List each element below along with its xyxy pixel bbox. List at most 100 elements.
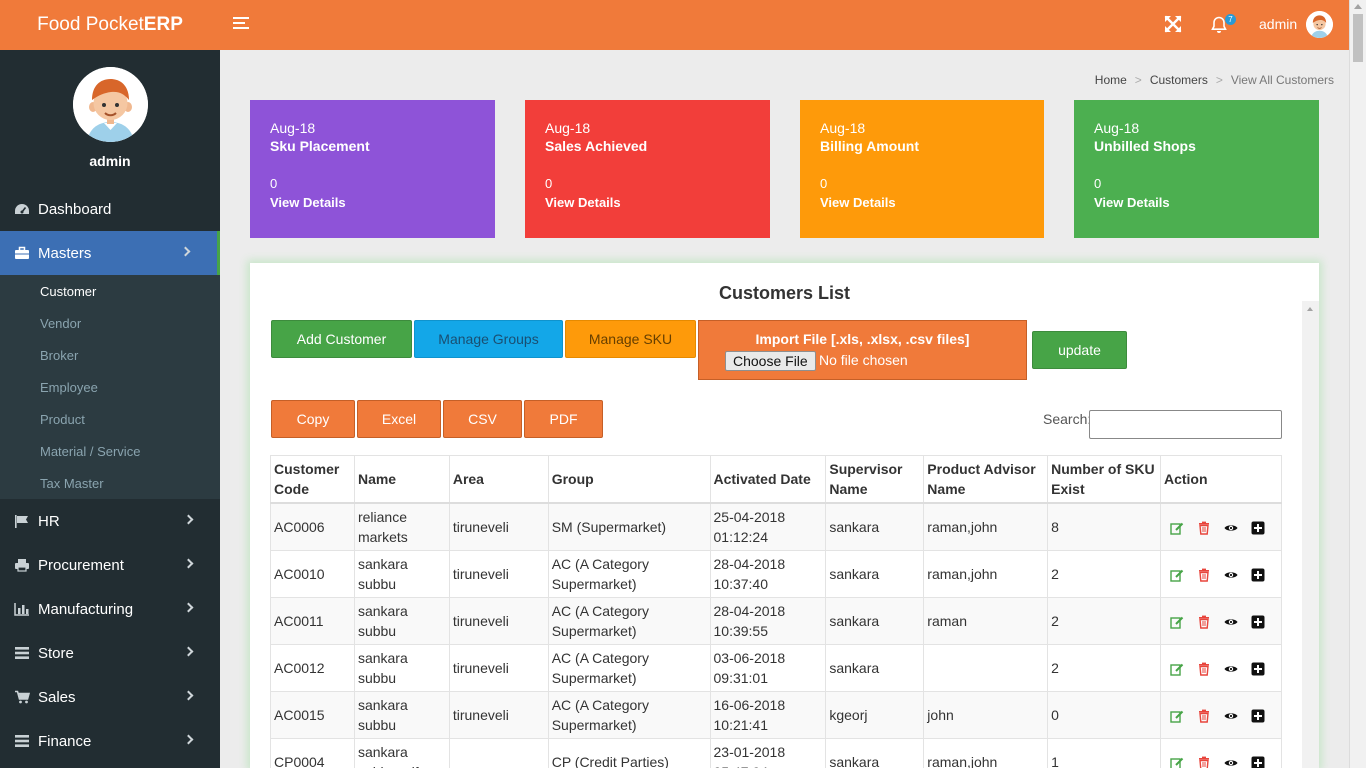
sidebar-item-label: Dashboard: [38, 200, 112, 218]
chevron-right-icon: [183, 690, 194, 701]
delete-icon[interactable]: [1197, 614, 1211, 629]
breadcrumb-separator: >: [1215, 73, 1223, 87]
view-icon[interactable]: [1224, 567, 1238, 581]
edit-icon[interactable]: [1170, 614, 1184, 629]
sidebar-item-masters[interactable]: Masters: [0, 231, 220, 275]
card-value: 0: [820, 176, 828, 191]
table-cell: AC0006: [270, 502, 355, 551]
edit-icon[interactable]: [1170, 708, 1184, 723]
table-cell: sankara: [825, 502, 925, 551]
table-row[interactable]: AC0011 sankara subbu tiruneveli AC (A Categ…: [270, 597, 1283, 645]
view-icon[interactable]: [1224, 708, 1238, 722]
column-header-name[interactable]: Name: [353, 455, 450, 504]
sidebar-item-procurement[interactable]: Procurement: [0, 543, 220, 587]
add-icon[interactable]: [1251, 520, 1265, 535]
submenu-item-employee[interactable]: Employee: [40, 380, 98, 395]
submenu-item-customer[interactable]: Customer: [40, 284, 96, 299]
column-header-area[interactable]: Area: [448, 455, 549, 504]
column-header-number-of-sku[interactable]: Number of SKU Exist: [1047, 455, 1161, 504]
manage-sku-button[interactable]: Manage SKU: [565, 320, 696, 358]
add-icon[interactable]: [1251, 614, 1265, 629]
search-input[interactable]: [1089, 410, 1282, 439]
table-row[interactable]: AC0006 reliance markets tiruneveli SM (Supe…: [270, 502, 1283, 551]
scroll-up-icon[interactable]: [1307, 307, 1313, 311]
copy-button[interactable]: Copy: [271, 400, 355, 438]
table-cell: sankara: [825, 644, 925, 692]
table-row[interactable]: AC0012 sankara subbu tiruneveli AC (A Categ…: [270, 644, 1283, 692]
breadcrumb-customers[interactable]: Customers: [1150, 73, 1208, 87]
notifications-button[interactable]: 7: [1211, 14, 1239, 36]
delete-icon[interactable]: [1197, 755, 1211, 768]
edit-icon[interactable]: [1170, 661, 1184, 676]
update-button[interactable]: update: [1032, 331, 1127, 369]
add-customer-button[interactable]: Add Customer: [271, 320, 412, 358]
table-cell: [923, 644, 1049, 692]
delete-icon[interactable]: [1197, 520, 1211, 535]
delete-icon[interactable]: [1197, 567, 1211, 582]
table-cell: 16-06-2018 10:21:41: [709, 691, 827, 739]
edit-icon[interactable]: [1170, 567, 1184, 582]
table-row[interactable]: CP0004sankara subbu sdf CP (Credit Partie…: [270, 738, 1283, 768]
pdf-button[interactable]: PDF: [524, 400, 603, 438]
edit-icon[interactable]: [1170, 755, 1184, 768]
add-icon[interactable]: [1251, 755, 1265, 768]
page-scrollbar[interactable]: [1349, 0, 1366, 768]
header-username[interactable]: admin: [1259, 16, 1297, 32]
table-row[interactable]: AC0010 sankara subbu tiruneveli AC (A Categ…: [270, 550, 1283, 598]
view-icon[interactable]: [1224, 661, 1238, 675]
view-details-link[interactable]: View Details: [1094, 195, 1299, 210]
column-header-customer-code[interactable]: Customer Code: [270, 455, 355, 504]
fullscreen-icon[interactable]: [1164, 15, 1182, 33]
sidebar-item-dashboard[interactable]: Dashboard: [0, 187, 220, 231]
header-avatar[interactable]: [1306, 11, 1333, 38]
column-header-group[interactable]: Group: [547, 455, 711, 504]
column-header-supervisor-name[interactable]: Supervisor Name: [825, 455, 925, 504]
sidebar-item-hr[interactable]: HR: [0, 499, 220, 543]
action-cell: [1159, 502, 1283, 551]
submenu-item-broker[interactable]: Broker: [40, 348, 78, 363]
notification-count-badge: 7: [1225, 14, 1236, 25]
csv-button[interactable]: CSV: [443, 400, 522, 438]
column-header-product-advisor-name[interactable]: Product Advisor Name: [923, 455, 1049, 504]
view-icon[interactable]: [1224, 520, 1238, 534]
edit-icon[interactable]: [1170, 520, 1184, 535]
breadcrumb: Home > Customers > View All Customers: [1095, 73, 1334, 87]
sidebar-item-store[interactable]: Store: [0, 631, 220, 675]
brand-logo[interactable]: Food Pocket ERP: [0, 0, 220, 50]
menu-toggle-icon[interactable]: [233, 17, 249, 31]
print-icon: [15, 559, 29, 572]
view-icon[interactable]: [1224, 614, 1238, 628]
table-cell: sankara: [825, 597, 925, 645]
sidebar-item-manufacturing[interactable]: Manufacturing: [0, 587, 220, 631]
list-icon: [15, 647, 29, 659]
delete-icon[interactable]: [1197, 661, 1211, 676]
scroll-thumb[interactable]: [1353, 14, 1363, 62]
panel-scrollbar[interactable]: [1302, 301, 1319, 768]
table-cell: AC0011: [270, 597, 355, 645]
sidebar-item-finance[interactable]: Finance: [0, 719, 220, 763]
manage-groups-button[interactable]: Manage Groups: [414, 320, 563, 358]
add-icon[interactable]: [1251, 567, 1265, 582]
view-details-link[interactable]: View Details: [270, 195, 475, 210]
add-icon[interactable]: [1251, 708, 1265, 723]
choose-file-button[interactable]: Choose File: [725, 351, 816, 371]
add-icon[interactable]: [1251, 661, 1265, 676]
brand-name-bold: ERP: [143, 14, 183, 35]
view-details-link[interactable]: View Details: [820, 195, 1024, 210]
table-cell: sankara subbu: [353, 550, 450, 598]
customers-table: Customer Code Name Area Group Activated …: [270, 455, 1283, 768]
submenu-item-tax-master[interactable]: Tax Master: [40, 476, 104, 491]
view-details-link[interactable]: View Details: [545, 195, 750, 210]
view-icon[interactable]: [1224, 755, 1238, 768]
table-cell: tiruneveli: [448, 597, 549, 645]
sidebar-item-sales[interactable]: Sales: [0, 675, 220, 719]
breadcrumb-home[interactable]: Home: [1095, 73, 1127, 87]
submenu-item-product[interactable]: Product: [40, 412, 85, 427]
submenu-item-vendor[interactable]: Vendor: [40, 316, 81, 331]
scroll-up-icon[interactable]: [1354, 4, 1362, 9]
submenu-item-material-service[interactable]: Material / Service: [40, 444, 140, 459]
column-header-activated-date[interactable]: Activated Date: [709, 455, 827, 504]
table-row[interactable]: AC0015 sankara subbu tiruneveli AC (A Categ…: [270, 691, 1283, 739]
excel-button[interactable]: Excel: [357, 400, 441, 438]
delete-icon[interactable]: [1197, 708, 1211, 723]
